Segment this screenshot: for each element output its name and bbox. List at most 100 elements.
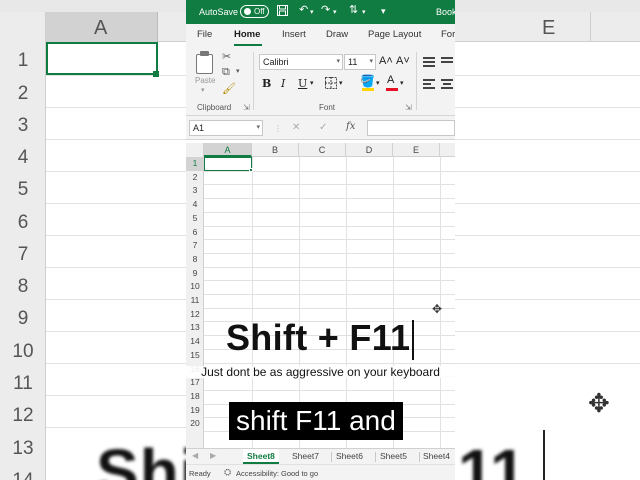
- bg-gridline: [46, 75, 186, 76]
- sheet-tab-sheet6[interactable]: Sheet6: [336, 451, 363, 461]
- sheet-tab-sheet4[interactable]: Sheet4: [423, 451, 450, 461]
- bg-gridline: [455, 107, 640, 108]
- paste-label: Paste: [195, 76, 216, 85]
- align-line: [423, 57, 435, 59]
- row-header[interactable]: 13: [186, 321, 204, 335]
- tab-home[interactable]: Home: [234, 29, 260, 40]
- font-name-select[interactable]: Calibri ▾: [259, 54, 343, 70]
- row-header[interactable]: 2: [186, 171, 204, 185]
- bg-big-f11-text: 11: [458, 436, 526, 480]
- row-header[interactable]: 1: [186, 157, 204, 171]
- borders-icon[interactable]: [325, 77, 337, 92]
- column-header-d[interactable]: D: [346, 143, 393, 157]
- shrink-font-button[interactable]: A˅: [396, 56, 410, 67]
- redo-icon[interactable]: ↷: [321, 5, 330, 16]
- copy-icon[interactable]: ⧉: [222, 66, 230, 79]
- save-icon[interactable]: [277, 5, 288, 19]
- sheet-tab-sheet8[interactable]: Sheet8: [243, 449, 279, 464]
- sheet-tab-sheet5[interactable]: Sheet5: [380, 451, 407, 461]
- column-header-a[interactable]: A: [204, 143, 252, 157]
- customize-toolbar-icon[interactable]: ▾: [381, 7, 386, 16]
- grow-font-button[interactable]: A˄: [379, 56, 393, 67]
- cancel-icon[interactable]: ✕: [292, 122, 300, 133]
- font-launcher-icon[interactable]: ⇲: [405, 103, 412, 112]
- select-all-corner[interactable]: [186, 143, 204, 157]
- row-header[interactable]: 7: [186, 239, 204, 253]
- prev-sheet-icon[interactable]: ◀: [192, 451, 198, 460]
- sort-dropdown-icon[interactable]: ▾: [362, 9, 366, 16]
- row-header[interactable]: 11: [186, 294, 204, 308]
- borders-dropdown-icon[interactable]: ▾: [339, 80, 343, 87]
- tab-draw[interactable]: Draw: [326, 29, 348, 40]
- row-header[interactable]: 5: [186, 212, 204, 226]
- row-header[interactable]: 9: [186, 267, 204, 281]
- column-header-e[interactable]: E: [393, 143, 440, 157]
- font-color-button[interactable]: A: [387, 75, 394, 86]
- row-header[interactable]: 8: [186, 253, 204, 267]
- undo-icon[interactable]: ↶: [299, 5, 308, 16]
- scissors-icon[interactable]: ✂: [222, 50, 231, 63]
- next-sheet-icon[interactable]: ▶: [210, 451, 216, 460]
- tab-page-layout[interactable]: Page Layout: [368, 29, 421, 40]
- tab-insert[interactable]: Insert: [282, 29, 306, 40]
- redo-dropdown-icon[interactable]: ▾: [333, 9, 337, 16]
- fill-color-icon[interactable]: 🪣: [360, 75, 375, 87]
- more-icon: ⋮: [274, 124, 282, 133]
- bold-button[interactable]: B: [262, 78, 271, 89]
- row-header[interactable]: 18: [186, 390, 204, 404]
- name-box[interactable]: A1 ▾: [189, 120, 263, 136]
- underline-dropdown-icon[interactable]: ▾: [310, 80, 314, 87]
- gridline: [204, 211, 455, 213]
- bg-right-column-header: E: [455, 12, 640, 42]
- row-header[interactable]: 12: [186, 308, 204, 322]
- paintbrush-icon[interactable]: 🖌: [222, 82, 236, 95]
- bg-gridline: [455, 331, 640, 332]
- bg-gridline: [455, 75, 640, 76]
- column-header-b[interactable]: B: [252, 143, 299, 157]
- gridline: [204, 198, 455, 200]
- sort-icon[interactable]: ⇅: [349, 5, 358, 16]
- row-header[interactable]: 20: [186, 417, 204, 431]
- autosave-toggle[interactable]: Off: [240, 5, 269, 18]
- bg-gridline: [46, 299, 186, 300]
- bg-column-a: A: [46, 12, 158, 42]
- font-size-select[interactable]: 11 ▾: [344, 54, 376, 70]
- row-header[interactable]: 15: [186, 349, 204, 363]
- active-cell-a1[interactable]: [204, 157, 252, 171]
- bg-row-number: 6: [17, 212, 29, 233]
- sheet-tab-sheet7[interactable]: Sheet7: [292, 451, 319, 461]
- font-color-dropdown-icon[interactable]: ▾: [400, 80, 404, 87]
- bg-gridline: [46, 203, 186, 204]
- bg-row-number: 11: [13, 373, 33, 394]
- underline-button[interactable]: U: [298, 78, 307, 89]
- copy-dropdown-icon[interactable]: ▾: [236, 67, 240, 75]
- gridline: [204, 225, 455, 227]
- fill-color-swatch: [362, 88, 374, 91]
- row-header[interactable]: 19: [186, 404, 204, 418]
- insert-function-button[interactable]: fx: [346, 121, 355, 132]
- enter-icon[interactable]: ✓: [319, 122, 327, 133]
- italic-button[interactable]: I: [281, 78, 285, 89]
- gridline: [204, 266, 455, 268]
- formula-input[interactable]: [367, 120, 455, 136]
- tab-file[interactable]: File: [197, 29, 212, 40]
- accessibility-icon[interactable]: ⛭: [224, 467, 231, 478]
- accessibility-status[interactable]: Accessibility: Good to go: [236, 469, 318, 478]
- row-header[interactable]: 14: [186, 335, 204, 349]
- bg-gridline: [46, 107, 186, 108]
- fill-color-dropdown-icon[interactable]: ▾: [376, 80, 380, 87]
- row-header[interactable]: 10: [186, 280, 204, 294]
- tab-formulas[interactable]: For: [441, 29, 455, 40]
- column-header-c[interactable]: C: [299, 143, 346, 157]
- row-header[interactable]: 3: [186, 184, 204, 198]
- undo-dropdown-icon[interactable]: ▾: [310, 9, 314, 16]
- fill-handle[interactable]: [249, 168, 253, 172]
- row-header[interactable]: 6: [186, 226, 204, 240]
- bg-row-number: 14: [0, 470, 46, 480]
- clipboard-launcher-icon[interactable]: ⇲: [243, 103, 250, 112]
- bg-row-number: 5: [17, 179, 29, 200]
- bg-gridline: [46, 139, 186, 140]
- tab-separator: [375, 452, 376, 462]
- row-header[interactable]: 4: [186, 198, 204, 212]
- align-line: [441, 61, 453, 63]
